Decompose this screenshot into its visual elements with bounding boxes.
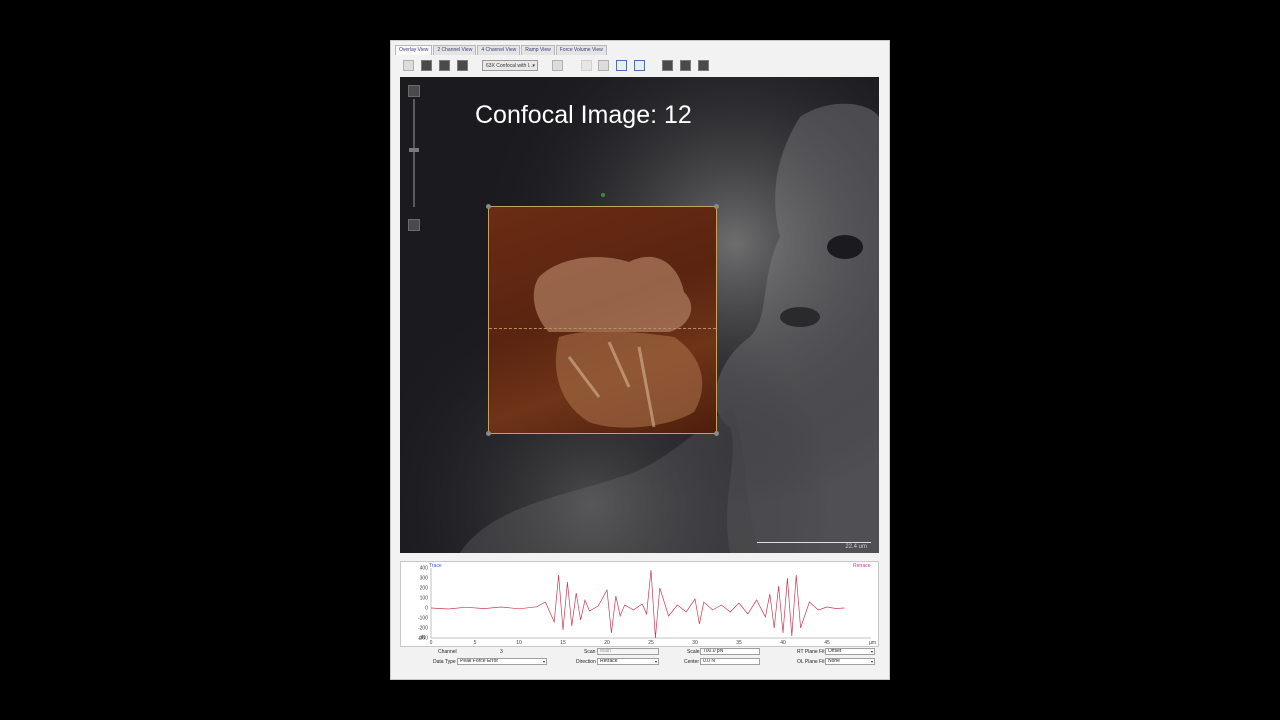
channel-label: Channel <box>438 649 457 655</box>
overlay-icon[interactable] <box>421 60 432 71</box>
objective-select[interactable]: 63X Confocal with I... ▾ <box>482 60 538 71</box>
series-line-trace <box>430 569 845 639</box>
move-icon[interactable] <box>634 60 645 71</box>
x-tick-label: 25 <box>648 640 654 646</box>
channel-controls: Channel 3 Data Type Peak Force Error ▾ Sc… <box>400 647 879 673</box>
select-rect-icon[interactable] <box>616 60 627 71</box>
scan-value: Main <box>600 648 611 654</box>
pointer-icon[interactable] <box>598 60 609 71</box>
rt-plane-fit-value: Offset <box>828 648 842 654</box>
scale-bar <box>757 542 871 543</box>
y-tick-label: 300 <box>420 576 429 582</box>
confocal-image-title: Confocal Image: 12 <box>475 101 692 129</box>
line-profile-chart[interactable]: 400 300 200 100 0 -100 -200 -300 0 5 10 15 20 25 30 35 4… <box>400 561 879 647</box>
x-tick-label: 35 <box>736 640 742 646</box>
resize-handle[interactable] <box>714 204 719 209</box>
y-tick-label: 100 <box>420 596 429 602</box>
y-tick-label: 400 <box>420 566 429 572</box>
y-axis-unit: pN <box>419 635 426 641</box>
chevron-down-icon: ▾ <box>532 63 535 69</box>
y-tick-label: -200 <box>418 626 428 632</box>
x-tick-label: 15 <box>560 640 566 646</box>
zoom-slider-thumb[interactable] <box>409 148 419 152</box>
x-tick-label: 20 <box>604 640 610 646</box>
legend-trace: Trace <box>429 563 442 569</box>
square-dot-icon[interactable] <box>439 60 450 71</box>
brush-icon[interactable] <box>698 60 709 71</box>
y-tick-label: -100 <box>418 616 428 622</box>
chevron-down-icon: ▾ <box>870 649 873 654</box>
resize-handle[interactable] <box>714 431 719 436</box>
x-axis-unit: µm <box>869 640 876 646</box>
scale-field[interactable]: 700.0 pN <box>700 648 760 655</box>
scale-value: 700.0 pN <box>703 648 724 654</box>
legend-retrace: Retrace <box>853 563 871 569</box>
channel-value[interactable]: 3 <box>500 649 503 655</box>
chevron-down-icon: ▾ <box>870 659 873 664</box>
x-tick-label: 45 <box>824 640 830 646</box>
chevron-down-icon: ▾ <box>542 659 545 664</box>
tab-ramp-view[interactable]: Ramp View <box>521 45 555 55</box>
data-type-value: Peak Force Error <box>460 658 499 664</box>
tab-4-channel-view[interactable]: 4 Channel View <box>477 45 521 55</box>
ol-plane-fit-value: None <box>828 658 840 664</box>
rt-plane-fit-select[interactable]: Offset ▾ <box>825 648 875 655</box>
x-tick-label: 10 <box>516 640 522 646</box>
image-icon[interactable] <box>403 60 414 71</box>
tab-2-channel-view[interactable]: 2 Channel View <box>433 45 477 55</box>
tab-overlay-view[interactable]: Overlay View <box>395 45 433 55</box>
scale-bar-label: 22.4 um <box>845 544 867 550</box>
confocal-viewer[interactable]: Confocal Image: 12 22.4 um <box>400 77 879 553</box>
x-tick-label: 0 <box>430 640 433 646</box>
x-tick-label: 5 <box>474 640 477 646</box>
y-tick-label: 0 <box>425 606 428 612</box>
zoom-slider-track[interactable] <box>413 99 415 207</box>
data-type-label: Data Type <box>433 659 456 665</box>
camera-icon[interactable] <box>552 60 563 71</box>
x-tick-label: 40 <box>780 640 786 646</box>
x-tick-label: 30 <box>692 640 698 646</box>
center-label: Center <box>684 659 700 665</box>
rt-plane-fit-label: RT Plane Fit <box>797 649 825 655</box>
frame-icon[interactable] <box>457 60 468 71</box>
chevron-down-icon: ▾ <box>654 659 657 664</box>
direction-value: Retrace <box>600 658 618 664</box>
zoom-in-button[interactable] <box>408 85 420 97</box>
ol-plane-fit-label: OL Plane Fit <box>797 659 825 665</box>
scan-label: Scan <box>584 649 596 655</box>
resize-handle[interactable] <box>486 204 491 209</box>
blank-icon[interactable] <box>581 60 592 71</box>
toolbar: 63X Confocal with I... ▾ <box>397 59 885 73</box>
y-tick-label: 200 <box>420 586 429 592</box>
tab-force-volume-view[interactable]: Force Volume View <box>555 45 607 55</box>
center-field[interactable]: 0.0 N <box>700 658 760 665</box>
afm-overlay-region[interactable] <box>486 193 719 436</box>
center-value: 0.0 N <box>703 658 715 664</box>
scan-line <box>489 328 716 329</box>
rotate-handle[interactable] <box>601 193 605 197</box>
objective-select-value: 63X Confocal with I... <box>486 63 534 69</box>
nanoscope-window: Overlay View 2 Channel View 4 Channel View… <box>390 40 890 680</box>
edit-pen-icon[interactable] <box>662 60 673 71</box>
draw-icon[interactable] <box>680 60 691 71</box>
direction-label: Direction <box>576 659 596 665</box>
resize-handle[interactable] <box>486 431 491 436</box>
scale-label: Scale <box>687 649 700 655</box>
scan-select[interactable]: Main <box>597 648 659 655</box>
direction-select[interactable]: Retrace ▾ <box>597 658 659 665</box>
line-profile-plot: 4003002001000-100-200-3000 5 10 15 20 25 30 35 4… <box>418 563 876 646</box>
zoom-out-button[interactable] <box>408 219 420 231</box>
afm-cell-image <box>533 256 703 428</box>
ol-plane-fit-select[interactable]: None ▾ <box>825 658 875 665</box>
view-tabs: Overlay View 2 Channel View 4 Channel View… <box>395 45 608 55</box>
data-type-select[interactable]: Peak Force Error ▾ <box>457 658 547 665</box>
